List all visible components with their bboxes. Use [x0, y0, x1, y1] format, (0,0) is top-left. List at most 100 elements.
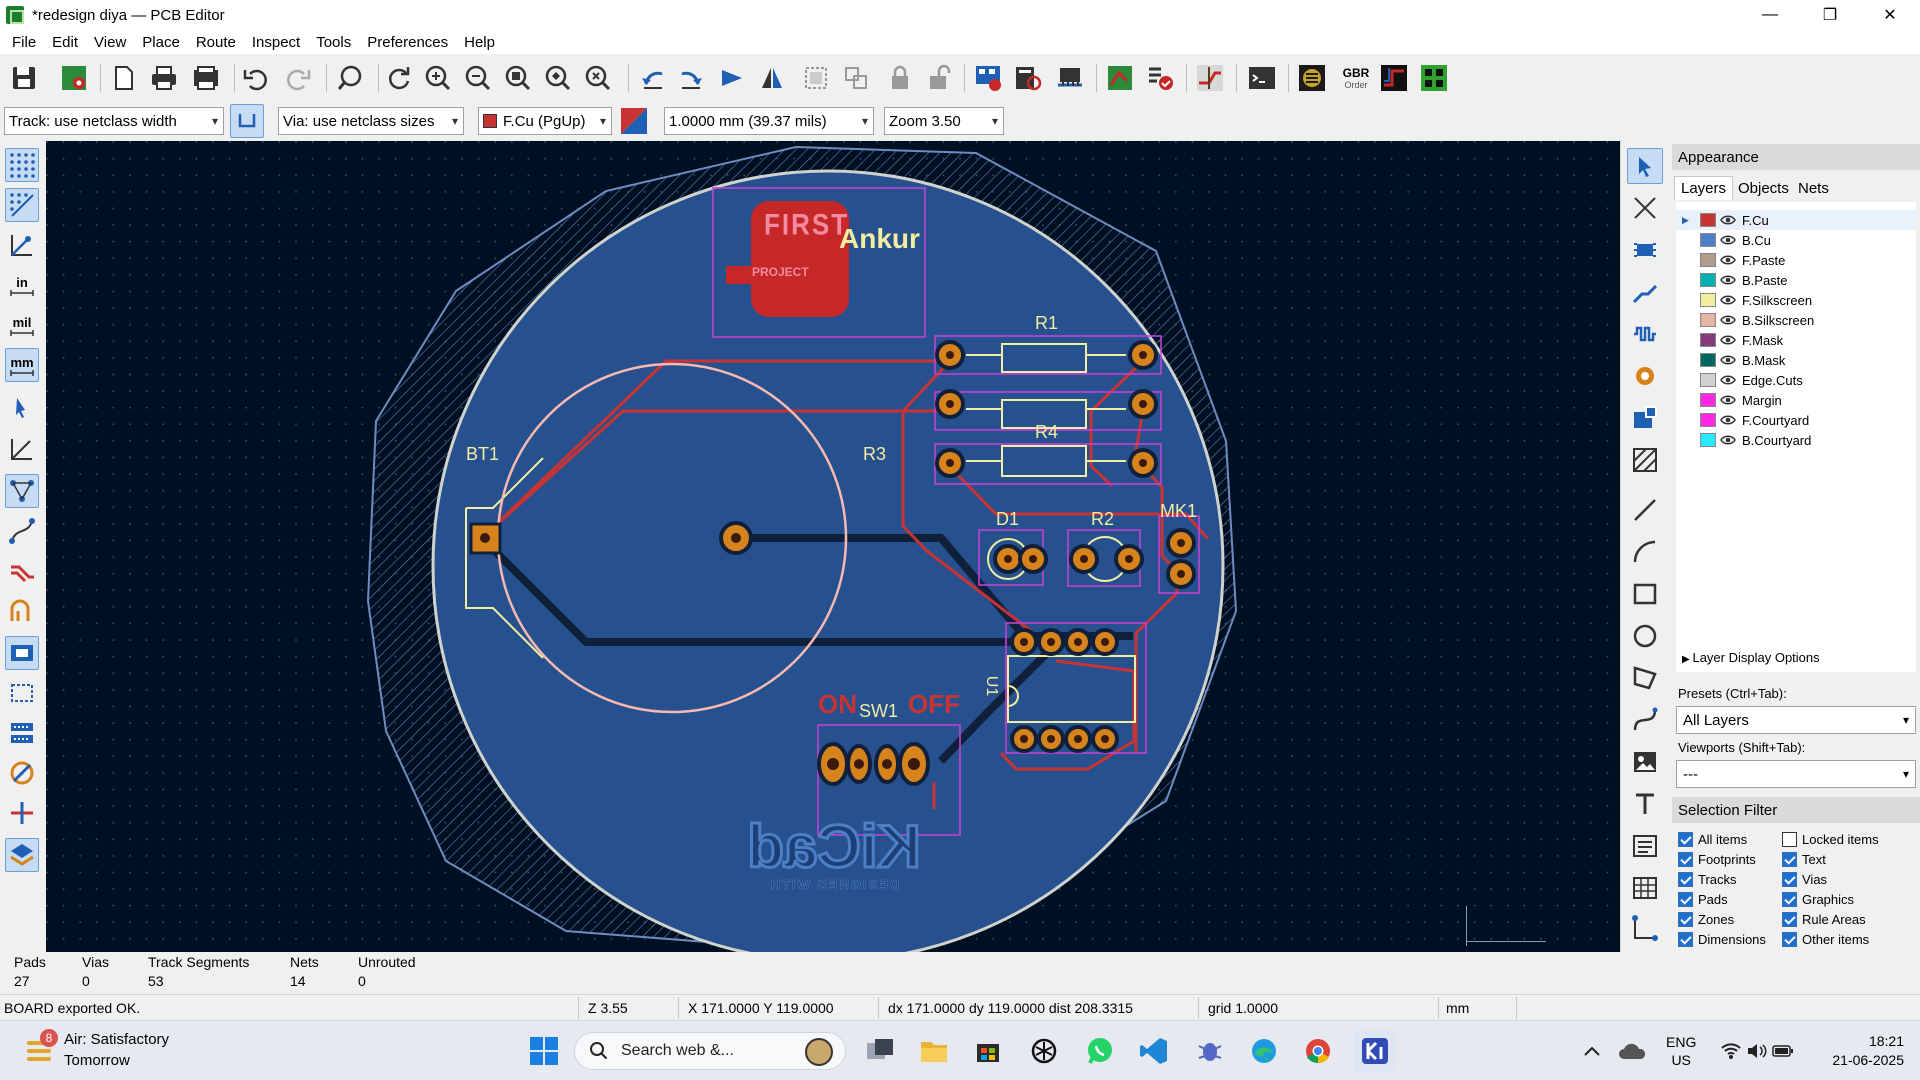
board-setup-icon[interactable] [58, 62, 90, 94]
footprint-editor-icon[interactable] [1054, 62, 1086, 94]
menu-preferences[interactable]: Preferences [359, 34, 456, 51]
add-zone-icon[interactable] [1627, 400, 1663, 436]
refresh-icon[interactable] [382, 62, 414, 94]
filter-checkbox[interactable]: Rule Areas [1782, 912, 1866, 927]
filter-checkbox[interactable]: Other items [1782, 932, 1869, 947]
draw-rectangle-icon[interactable] [1627, 576, 1663, 612]
rotate-ccw-icon[interactable] [636, 62, 668, 94]
visibility-eye-icon[interactable] [1720, 213, 1736, 227]
onedrive-icon[interactable] [1614, 1033, 1650, 1069]
undo-icon[interactable] [240, 62, 272, 94]
menu-file[interactable]: File [4, 34, 44, 51]
kicad-taskbar-icon[interactable] [1354, 1030, 1396, 1072]
zoom-selection-icon[interactable] [582, 62, 614, 94]
viewports-select[interactable]: --- ▾ [1676, 760, 1916, 788]
file-explorer-icon[interactable] [916, 1033, 952, 1069]
menu-route[interactable]: Route [188, 34, 244, 51]
plot-icon[interactable] [190, 62, 222, 94]
zoom-objects-icon[interactable] [542, 62, 574, 94]
high-contrast-icon[interactable] [5, 756, 39, 790]
visibility-eye-icon[interactable] [1720, 273, 1736, 287]
layer-color-swatch[interactable] [1700, 333, 1716, 347]
checkbox-checked-icon[interactable] [1782, 852, 1797, 867]
find-icon[interactable] [334, 62, 366, 94]
layers-manager-icon[interactable] [5, 838, 39, 872]
footprint-browser-icon[interactable] [1012, 62, 1044, 94]
layer-row[interactable]: F.Courtyard [1676, 410, 1916, 430]
layer-color-swatch[interactable] [1700, 313, 1716, 327]
ungroup-icon[interactable] [840, 62, 872, 94]
show-ratsnest-icon[interactable] [5, 474, 39, 508]
polar-coords-icon[interactable] [5, 228, 39, 262]
layer-color-swatch[interactable] [1700, 293, 1716, 307]
zone-outline-icon[interactable] [5, 676, 39, 710]
layer-color-swatch[interactable] [1700, 413, 1716, 427]
tune-length-icon[interactable] [1627, 316, 1663, 352]
rotate-cw-icon[interactable] [676, 62, 708, 94]
zoom-in-icon[interactable] [422, 62, 454, 94]
start-button[interactable] [526, 1033, 562, 1069]
add-rule-area-icon[interactable] [1627, 442, 1663, 478]
battery-icon[interactable] [1770, 1033, 1796, 1069]
filter-checkbox[interactable]: Zones [1678, 912, 1734, 927]
close-button[interactable]: ✕ [1860, 0, 1920, 30]
bug-app-icon[interactable] [1192, 1033, 1228, 1069]
menu-place[interactable]: Place [134, 34, 188, 51]
layer-color-swatch[interactable] [1700, 233, 1716, 247]
route-track-icon[interactable] [1627, 274, 1663, 310]
add-footprint-icon[interactable] [1627, 232, 1663, 268]
checkbox-checked-icon[interactable] [1782, 912, 1797, 927]
volume-icon[interactable] [1744, 1033, 1770, 1069]
add-textbox-icon[interactable] [1627, 828, 1663, 864]
print-icon[interactable] [148, 62, 180, 94]
add-via-icon[interactable] [1627, 358, 1663, 394]
3d-viewer-icon[interactable] [1296, 62, 1328, 94]
microsoft-store-icon[interactable] [970, 1033, 1006, 1069]
visibility-eye-icon[interactable] [1720, 313, 1736, 327]
units-mm-button[interactable]: mm [5, 348, 39, 382]
minimize-button[interactable]: — [1740, 0, 1800, 30]
gerber-viewer-icon[interactable] [1378, 62, 1410, 94]
filter-checkbox[interactable]: Graphics [1782, 892, 1854, 907]
visibility-eye-icon[interactable] [1720, 373, 1736, 387]
tab-nets[interactable]: Nets [1792, 176, 1835, 200]
layer-color-swatch[interactable] [1700, 373, 1716, 387]
layer-pair-icon[interactable] [618, 105, 650, 137]
menu-view[interactable]: View [86, 34, 134, 51]
whatsapp-icon[interactable] [1082, 1033, 1118, 1069]
show-zones-icon[interactable] [5, 636, 39, 670]
menu-edit[interactable]: Edit [44, 34, 86, 51]
layer-row[interactable]: B.Cu [1676, 230, 1916, 250]
filter-checkbox[interactable]: Vias [1782, 872, 1827, 887]
chatgpt-icon[interactable] [1026, 1033, 1062, 1069]
group-icon[interactable] [800, 62, 832, 94]
layer-color-swatch[interactable] [1700, 353, 1716, 367]
filter-checkbox[interactable]: Tracks [1678, 872, 1737, 887]
gerber-order-button[interactable]: GBR Order [1338, 62, 1374, 94]
add-dimension-icon[interactable] [1627, 910, 1663, 946]
weather-widget-icon[interactable]: 8 [24, 1029, 58, 1067]
lock-icon[interactable] [884, 62, 916, 94]
draw-circle-icon[interactable] [1627, 618, 1663, 654]
layer-row[interactable]: F.Mask [1676, 330, 1916, 350]
show-pads-icon[interactable] [5, 716, 39, 750]
select-arrow-icon[interactable] [1627, 148, 1663, 184]
draw-bezier-icon[interactable] [1627, 702, 1663, 738]
grid-select[interactable]: 1.0000 mm (39.37 mils) ▾ [664, 107, 874, 135]
filter-checkbox[interactable]: Locked items [1782, 832, 1879, 847]
ratsnest-angle-icon[interactable] [5, 432, 39, 466]
show-vias-icon[interactable] [5, 594, 39, 628]
checkbox-checked-icon[interactable] [1678, 852, 1693, 867]
clock[interactable]: 18:21 21-06-2025 [1808, 1032, 1904, 1070]
draw-polygon-icon[interactable] [1627, 660, 1663, 696]
visibility-eye-icon[interactable] [1720, 393, 1736, 407]
layer-row[interactable]: F.Silkscreen [1676, 290, 1916, 310]
curved-ratsnest-icon[interactable] [5, 514, 39, 548]
layer-color-swatch[interactable] [1700, 253, 1716, 267]
mirror-icon[interactable] [756, 62, 788, 94]
zoom-select[interactable]: Zoom 3.50 ▾ [884, 107, 1004, 135]
layer-color-swatch[interactable] [1700, 393, 1716, 407]
layer-row[interactable]: B.Mask [1676, 350, 1916, 370]
zoom-fit-icon[interactable] [502, 62, 534, 94]
checkbox-unchecked-icon[interactable] [1782, 832, 1797, 847]
